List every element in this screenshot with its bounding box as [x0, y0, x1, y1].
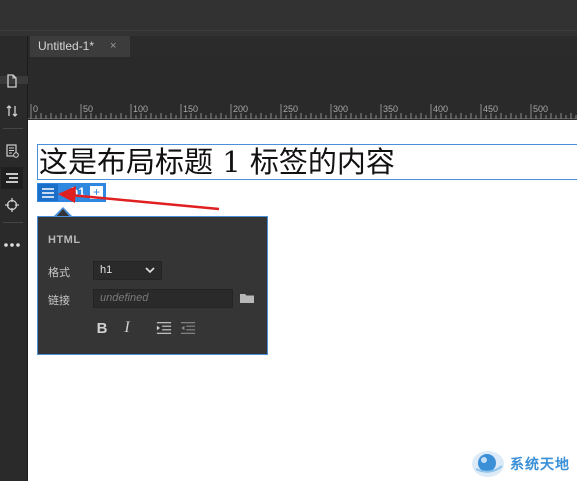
toolbar-separator: [3, 128, 23, 129]
top-bar: [0, 0, 577, 36]
element-display-icon[interactable]: [1, 167, 23, 189]
ruler-tick-label: 150: [183, 104, 198, 114]
format-select[interactable]: h1: [93, 261, 162, 280]
watermark-logo: [472, 451, 504, 477]
live-view-inspect-icon[interactable]: [1, 140, 23, 162]
ruler-tick-label: 500: [533, 104, 548, 114]
ruler-tick-label: 50: [83, 104, 93, 114]
ruler-tick-label: 100: [133, 104, 148, 114]
horizontal-ruler: 0 50 100 150 200 250 300 350 400 450 500: [28, 102, 577, 119]
link-label: 链接: [48, 294, 70, 307]
ruler-tick-label: 350: [383, 104, 398, 114]
bold-button[interactable]: B: [94, 320, 110, 337]
italic-button[interactable]: I: [119, 319, 135, 336]
outdent-button[interactable]: [180, 320, 196, 336]
indent-button[interactable]: [156, 320, 172, 336]
left-toolbar: [0, 36, 28, 481]
browse-folder-icon[interactable]: [239, 291, 255, 305]
watermark-text: 系统天地: [510, 457, 570, 473]
outdent-icon: [180, 322, 196, 334]
element-menu-button[interactable]: [38, 184, 58, 201]
heading-h1[interactable]: 这是布局标题 1 标签的内容: [39, 143, 395, 181]
more-icon[interactable]: [1, 234, 23, 256]
properties-hud-panel: HTML 格式 h1 链接 undefined B I: [37, 216, 268, 355]
file-icon[interactable]: [1, 70, 23, 92]
indent-icon: [156, 322, 172, 334]
hud-title: HTML: [48, 234, 81, 246]
chevron-down-icon: [145, 267, 155, 274]
toolbar-area: [28, 57, 577, 102]
format-label: 格式: [48, 266, 70, 279]
toolbar-separator: [3, 222, 23, 223]
target-icon[interactable]: [1, 194, 23, 216]
ruler-tick-label: 200: [233, 104, 248, 114]
ruler-tick-label: 250: [283, 104, 298, 114]
element-tag-label[interactable]: h1: [71, 183, 85, 202]
document-tab-bar: Untitled-1* ×: [28, 36, 577, 57]
ruler-tick-label: 450: [483, 104, 498, 114]
top-bar-divider: [0, 30, 577, 31]
format-value: h1: [100, 264, 113, 276]
ruler-tick-label: 0: [33, 104, 38, 114]
hamburger-icon: [42, 187, 54, 198]
file-transfer-icon[interactable]: [1, 100, 23, 122]
document-tab[interactable]: Untitled-1* ×: [30, 36, 130, 57]
close-tab-icon[interactable]: ×: [110, 36, 116, 57]
ruler-tick-label: 400: [433, 104, 448, 114]
element-tag-bar: h1 +: [37, 183, 106, 202]
link-input[interactable]: undefined: [93, 289, 233, 308]
ruler-tick-label: 300: [333, 104, 348, 114]
ruler-scale: 0 50 100 150 200 250 300 350 400 450 500: [30, 104, 577, 119]
add-class-button[interactable]: +: [89, 185, 104, 200]
document-tab-title: Untitled-1*: [38, 39, 95, 53]
